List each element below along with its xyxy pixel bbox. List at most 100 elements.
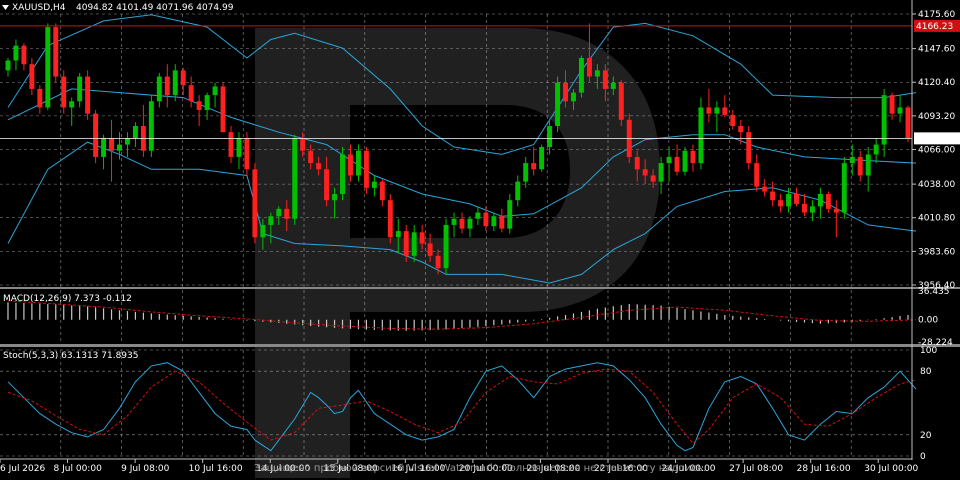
candle-body (746, 132, 752, 164)
chart-canvas[interactable]: 4175.60 4147.60 4120.40 4093.20 4066.00 4038.… (0, 0, 960, 480)
macd-label: MACD(12,26,9) 7.373 -0.112 (3, 294, 132, 304)
candle-body (13, 45, 19, 61)
candle-body (722, 107, 728, 115)
candle-body (324, 169, 330, 201)
candle-body (164, 76, 170, 96)
stoch-tick-label: 0 (920, 452, 926, 462)
candle-body (754, 163, 760, 187)
candle-body (379, 181, 385, 201)
candle-body (244, 138, 250, 170)
candle-body (212, 86, 218, 96)
candle-body (610, 82, 616, 89)
candle-body (109, 138, 114, 151)
candle-body (515, 181, 521, 201)
y-tick-label: 4093.20 (918, 112, 955, 122)
candle-body (849, 156, 855, 164)
resistance-price-label: 4166.23 (916, 22, 953, 32)
candle-body (841, 163, 847, 213)
candle-body (220, 86, 226, 133)
candle-body (825, 194, 831, 209)
candle-body (363, 150, 369, 188)
candle-body (53, 27, 59, 77)
candle-body (762, 186, 768, 192)
candle-body (571, 92, 576, 102)
candle-body (833, 208, 839, 213)
y-tick-label: 4175.60 (918, 10, 955, 20)
stoch-tick-label: 20 (920, 431, 932, 441)
ohlc-readout: 4094.82 4101.49 4071.96 4074.99 (76, 3, 234, 13)
candle-body (809, 206, 815, 213)
candle-body (865, 154, 871, 176)
candle-body (284, 208, 290, 219)
chart-window[interactable]: { "header": { "symbol": "XAUUSD,H4", "oh… (0, 0, 960, 480)
candle-body (658, 163, 664, 182)
candle-body (873, 144, 879, 155)
candle-body (881, 95, 887, 145)
candle-body (45, 27, 51, 108)
candle-body (507, 200, 513, 229)
candle-body (634, 156, 640, 170)
watermark-text: Защищено пробной версией Visual Watermar… (254, 463, 706, 474)
candle-body (61, 76, 67, 108)
stoch-tick-label: 80 (920, 367, 932, 377)
candle-body (483, 212, 489, 227)
candle-body (802, 203, 807, 213)
y-tick-label: 4038.00 (918, 180, 955, 190)
candle-body (451, 218, 457, 225)
y-tick-label: 4066.00 (918, 146, 955, 156)
candle-body (260, 224, 266, 238)
y-tick-label: 4120.40 (918, 78, 955, 88)
candle-body (666, 156, 672, 164)
candle-body (602, 70, 608, 89)
candle-body (332, 194, 338, 201)
panel-separator (0, 287, 960, 289)
candle-body (37, 88, 43, 108)
candle-body (196, 101, 202, 110)
candle-body (340, 154, 345, 195)
candle-body (730, 114, 736, 127)
candle-body (411, 232, 417, 256)
candle-body (395, 231, 401, 238)
candle-body (794, 194, 799, 204)
candle-body (499, 216, 505, 229)
candle-body (308, 150, 314, 164)
candle-body (300, 138, 306, 151)
candle-body (690, 150, 696, 164)
candle-body (419, 232, 425, 244)
candle-body (555, 82, 561, 127)
candle-body (650, 175, 656, 182)
candle-body (563, 82, 568, 102)
candle-body (467, 218, 473, 229)
candle-body (355, 150, 361, 176)
candle-body (857, 156, 863, 176)
candle-body (435, 255, 441, 269)
current-price-label: 4074.99 (916, 134, 953, 144)
y-tick-label: 4147.60 (918, 45, 955, 55)
candle-body (236, 138, 242, 157)
candle-body (156, 76, 162, 102)
candle-body (252, 169, 258, 238)
candle-body (77, 76, 83, 102)
panel-separator (0, 344, 960, 347)
candle-body (132, 126, 138, 139)
candle-body (674, 156, 680, 172)
candle-body (531, 163, 537, 170)
candle-body (276, 208, 282, 217)
candle-body (738, 126, 744, 133)
candle-body (459, 218, 465, 229)
candle-body (85, 76, 91, 114)
candle-body (475, 212, 481, 219)
candle-body (586, 58, 592, 77)
candle-body (5, 60, 11, 71)
candle-body (778, 200, 784, 207)
candle-body (897, 107, 903, 114)
candle-body (443, 224, 449, 269)
candle-body (403, 231, 409, 256)
candle-body (292, 138, 298, 219)
candle-body (642, 169, 648, 176)
header-bar: XAUUSD,H4 4094.82 4101.49 4071.96 4074.9… (2, 3, 234, 13)
candle-body (706, 107, 712, 114)
candle-body (348, 154, 353, 176)
candle-body (578, 58, 584, 93)
candle-body (786, 194, 792, 207)
